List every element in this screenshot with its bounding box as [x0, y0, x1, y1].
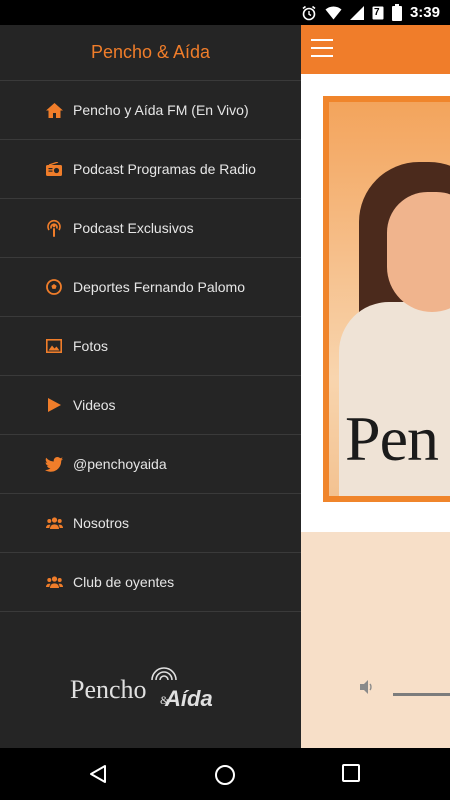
- volume-icon[interactable]: [359, 679, 375, 700]
- menu-item-nosotros[interactable]: Nosotros: [0, 494, 301, 553]
- signal-icon: [349, 5, 364, 20]
- menu-item-label: Pencho y Aída FM (En Vivo): [73, 102, 249, 118]
- banner-card: Pen: [301, 74, 450, 532]
- image-icon: [45, 337, 63, 355]
- pencho-aida-logo: Pencho & Aída: [70, 658, 240, 718]
- twitter-icon: [45, 455, 63, 473]
- menu-item-label: Nosotros: [73, 515, 130, 531]
- menu-item-label: Podcast Programas de Radio: [73, 161, 256, 177]
- menu-item-live-fm[interactable]: Pencho y Aída FM (En Vivo): [0, 81, 301, 140]
- main-content: Pen: [301, 25, 450, 748]
- menu-item-label: Deportes Fernando Palomo: [73, 279, 245, 295]
- app-bar: [301, 25, 450, 74]
- play-icon: [45, 396, 63, 414]
- menu-item-label: Club de oyentes: [73, 574, 175, 590]
- audio-player: [301, 532, 450, 748]
- menu-item-label: @penchoyaida: [73, 456, 167, 472]
- menu-item-fotos[interactable]: Fotos: [0, 317, 301, 376]
- menu-item-label: Videos: [73, 397, 116, 413]
- navigation-drawer: Pencho & Aída Pencho y Aída FM (En Vivo)…: [0, 25, 301, 748]
- broadcast-waves-icon: [151, 667, 177, 681]
- logo-text-pencho: Pencho: [70, 675, 147, 704]
- group-icon: [45, 573, 63, 591]
- menu-item-label: Fotos: [73, 338, 109, 354]
- menu-item-twitter[interactable]: @penchoyaida: [0, 435, 301, 494]
- soccer-ball-icon: [45, 278, 63, 296]
- banner-brand-text: Pen: [345, 403, 439, 474]
- alarm-icon: [301, 5, 317, 21]
- volume-slider[interactable]: [393, 693, 450, 696]
- logo-text-aida: Aída: [165, 686, 213, 711]
- home-circle-icon[interactable]: [214, 764, 236, 791]
- group-icon: [45, 514, 63, 532]
- back-icon[interactable]: [88, 764, 108, 789]
- show-banner-image: Pen: [323, 96, 450, 502]
- menu-item-videos[interactable]: Videos: [0, 376, 301, 435]
- system-navigation-bar: [0, 748, 450, 800]
- home-icon: [45, 101, 63, 119]
- podcast-icon: [45, 219, 63, 237]
- menu-item-podcast-exclusivos[interactable]: Podcast Exclusivos: [0, 199, 301, 258]
- clock-time: 3:39: [409, 4, 440, 21]
- status-bar: 7 3:39: [0, 0, 450, 25]
- radio-icon: [45, 160, 63, 178]
- menu-item-label: Podcast Exclusivos: [73, 220, 194, 236]
- menu-item-club-oyentes[interactable]: Club de oyentes: [0, 553, 301, 612]
- recents-icon[interactable]: [342, 764, 360, 787]
- menu-item-podcast-radio[interactable]: Podcast Programas de Radio: [0, 140, 301, 199]
- host-photo: Pen: [329, 102, 450, 496]
- menu-icon[interactable]: [311, 39, 335, 59]
- drawer-header: Pencho & Aída: [0, 25, 301, 81]
- wifi-icon: [325, 6, 342, 20]
- menu-item-deportes[interactable]: Deportes Fernando Palomo: [0, 258, 301, 317]
- battery-icon: [391, 4, 402, 21]
- calendar-badge-icon: 7: [372, 5, 384, 20]
- drawer-title: Pencho & Aída: [90, 42, 211, 62]
